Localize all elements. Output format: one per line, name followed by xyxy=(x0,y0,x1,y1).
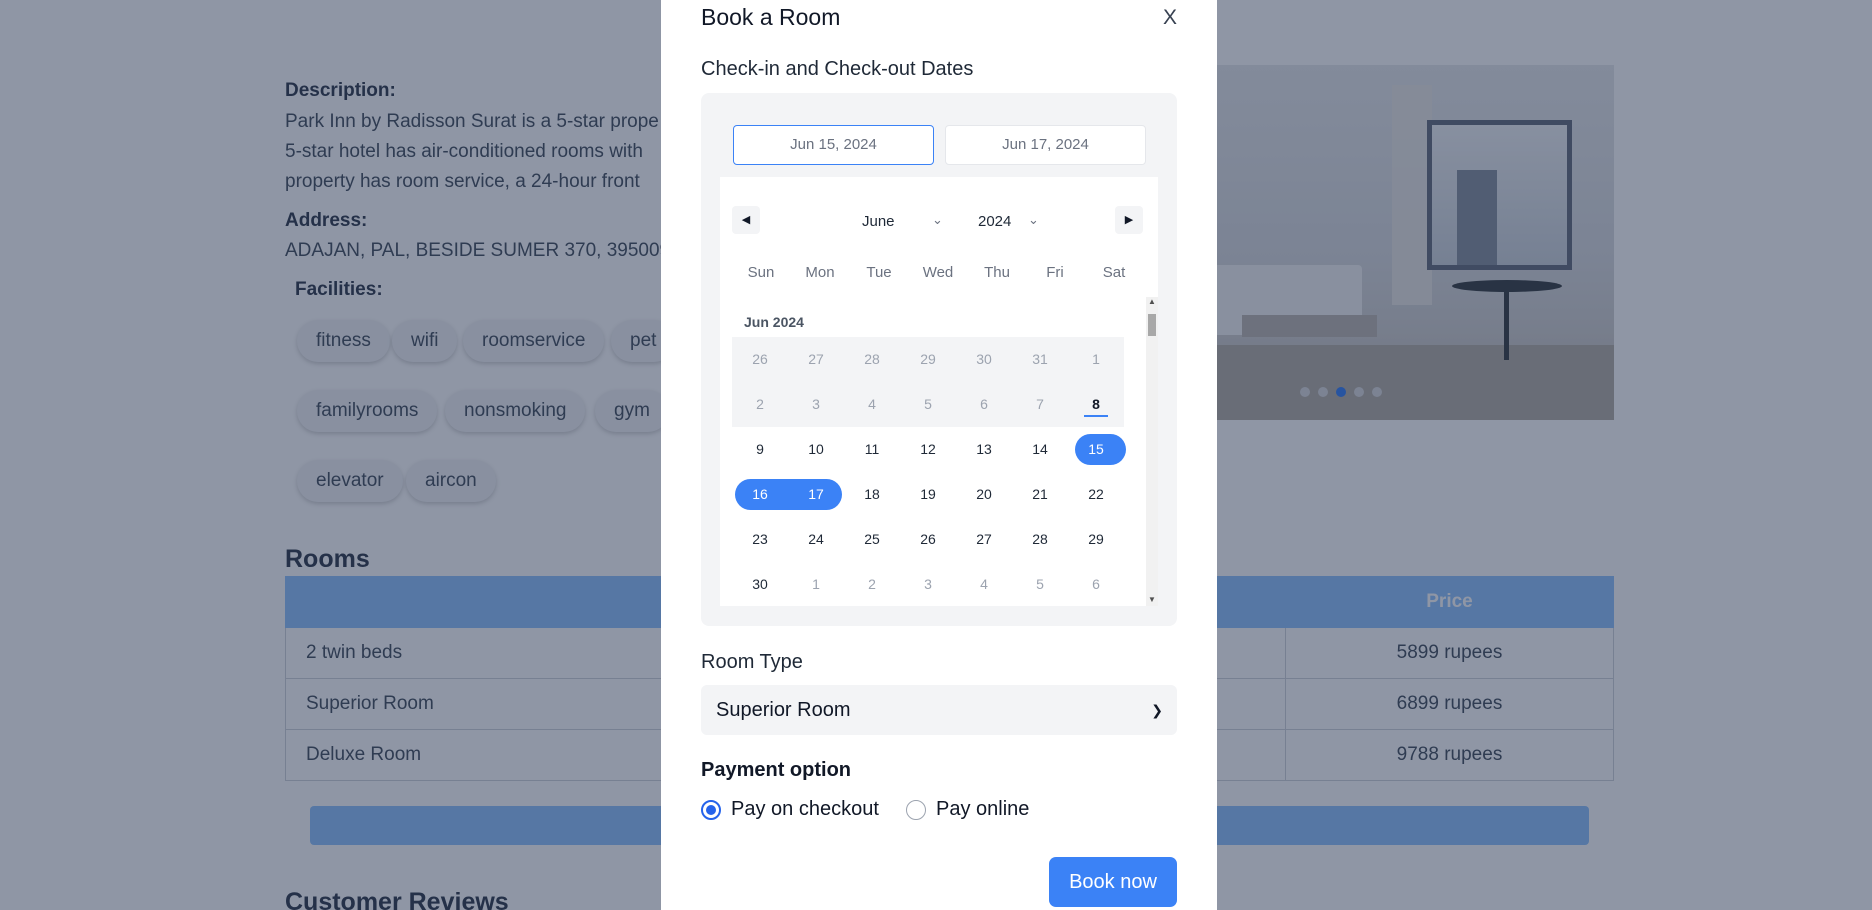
weekday-label: Wed xyxy=(922,264,954,281)
calendar-day: 27 xyxy=(808,351,824,367)
calendar-day[interactable]: 11 xyxy=(844,427,900,472)
calendar-day: 5 xyxy=(1036,576,1044,592)
calendar-week-row: 16 17 18 19 20 21 22 xyxy=(732,472,1124,517)
calendar-day: 6 xyxy=(1092,576,1100,592)
weekday-label: Mon xyxy=(805,264,835,281)
room-type-select[interactable]: Superior Room ❯ xyxy=(701,685,1177,735)
calendar-week-row: 9 10 11 12 13 14 15 xyxy=(732,427,1126,472)
calendar-day: 30 xyxy=(976,351,992,367)
room-type-label: Room Type xyxy=(701,651,803,673)
month-heading: Jun 2024 xyxy=(744,314,804,330)
month-select[interactable]: June xyxy=(862,213,895,230)
scroll-up-arrow-icon[interactable]: ▲ xyxy=(1146,297,1158,306)
calendar-day: 7 xyxy=(1036,396,1044,412)
calendar-day: 4 xyxy=(980,576,988,592)
pay-on-checkout-radio[interactable] xyxy=(701,800,721,820)
pay-online-radio[interactable] xyxy=(906,800,926,820)
calendar-day[interactable]: 15 xyxy=(1068,427,1124,472)
checkout-date-input[interactable]: Jun 17, 2024 xyxy=(945,125,1146,165)
calendar-day[interactable]: 18 xyxy=(844,472,900,517)
calendar-day: 28 xyxy=(864,351,880,367)
weekday-label: Thu xyxy=(984,264,1010,281)
calendar-day: 3 xyxy=(812,396,820,412)
calendar-day[interactable]: 21 xyxy=(1012,472,1068,517)
calendar-day[interactable]: 28 xyxy=(1012,517,1068,562)
weekday-label: Tue xyxy=(866,264,892,281)
next-month-button[interactable]: ▶ xyxy=(1115,206,1143,234)
calendar-day: 5 xyxy=(924,396,932,412)
scroll-down-arrow-icon[interactable]: ▼ xyxy=(1146,595,1158,604)
room-type-value: Superior Room xyxy=(716,699,851,721)
checkin-date-input[interactable]: Jun 15, 2024 xyxy=(733,125,934,165)
booking-modal: Book a Room X Check-in and Check-out Dat… xyxy=(661,0,1217,910)
calendar-day[interactable]: 22 xyxy=(1068,472,1124,517)
calendar-day: 2 xyxy=(756,396,764,412)
calendar-day[interactable]: 24 xyxy=(788,517,844,562)
calendar-day[interactable]: 9 xyxy=(732,427,788,472)
calendar-day[interactable]: 10 xyxy=(788,427,844,472)
chevron-down-icon: ❯ xyxy=(1151,702,1163,718)
calendar-day[interactable]: 12 xyxy=(900,427,956,472)
chevron-down-icon: ⌄ xyxy=(1028,212,1039,227)
pay-on-checkout-label[interactable]: Pay on checkout xyxy=(731,798,879,821)
calendar-week-row: 26 27 28 29 30 31 1 xyxy=(732,337,1124,382)
calendar-day[interactable]: 14 xyxy=(1012,427,1068,472)
calendar-day[interactable]: 25 xyxy=(844,517,900,562)
caret-right-icon: ▶ xyxy=(1124,214,1134,226)
payment-option-label: Payment option xyxy=(701,759,852,781)
pay-online-label[interactable]: Pay online xyxy=(936,798,1029,821)
calendar-day: 29 xyxy=(920,351,936,367)
weekday-label: Sun xyxy=(747,264,775,281)
calendar: ◀ June ⌄ 2024 ⌄ ▶ Sun Mon Tue Wed Thu Fr… xyxy=(720,177,1158,606)
date-range-picker: Jun 15, 2024 Jun 17, 2024 ◀ June ⌄ 2024 … xyxy=(701,93,1177,626)
calendar-day[interactable]: 20 xyxy=(956,472,1012,517)
scrollbar-thumb[interactable] xyxy=(1148,314,1156,336)
caret-left-icon: ◀ xyxy=(741,214,751,226)
calendar-scroll-area[interactable]: Jun 2024 26 27 28 29 30 31 1 2 3 4 5 6 7 8 9 10 11 12 13 14… xyxy=(732,297,1158,606)
dates-label: Check-in and Check-out Dates xyxy=(701,58,974,80)
weekday-label: Sat xyxy=(1102,264,1126,281)
calendar-week-row: 23 24 25 26 27 28 29 xyxy=(732,517,1124,562)
year-select[interactable]: 2024 xyxy=(978,213,1011,230)
calendar-day[interactable]: 17 xyxy=(788,472,844,517)
weekday-label: Fri xyxy=(1046,264,1064,281)
calendar-day[interactable]: 27 xyxy=(956,517,1012,562)
chevron-down-icon: ⌄ xyxy=(932,212,943,227)
calendar-day[interactable]: 23 xyxy=(732,517,788,562)
close-button[interactable]: X xyxy=(1163,6,1177,30)
calendar-day: 3 xyxy=(924,576,932,592)
book-now-button[interactable]: Book now xyxy=(1049,857,1177,907)
calendar-day[interactable]: 26 xyxy=(900,517,956,562)
calendar-day[interactable]: 19 xyxy=(900,472,956,517)
previous-month-button[interactable]: ◀ xyxy=(732,206,760,234)
modal-title: Book a Room xyxy=(701,4,841,30)
calendar-week-row: 30 1 2 3 4 5 6 xyxy=(732,562,1124,606)
calendar-day[interactable]: 29 xyxy=(1068,517,1124,562)
calendar-day[interactable]: 30 xyxy=(732,562,788,606)
calendar-day: 1 xyxy=(812,576,820,592)
calendar-day: 2 xyxy=(868,576,876,592)
calendar-scrollbar[interactable]: ▲ ▼ xyxy=(1146,297,1158,606)
calendar-day: 6 xyxy=(980,396,988,412)
calendar-day: 31 xyxy=(1032,351,1048,367)
calendar-day: 1 xyxy=(1092,351,1100,367)
calendar-day[interactable]: 13 xyxy=(956,427,1012,472)
calendar-day[interactable]: 8 xyxy=(1068,382,1124,427)
calendar-week-row: 2 3 4 5 6 7 8 xyxy=(732,382,1124,427)
calendar-day[interactable]: 16 xyxy=(732,472,788,517)
calendar-day: 4 xyxy=(868,396,876,412)
calendar-day: 26 xyxy=(752,351,768,367)
